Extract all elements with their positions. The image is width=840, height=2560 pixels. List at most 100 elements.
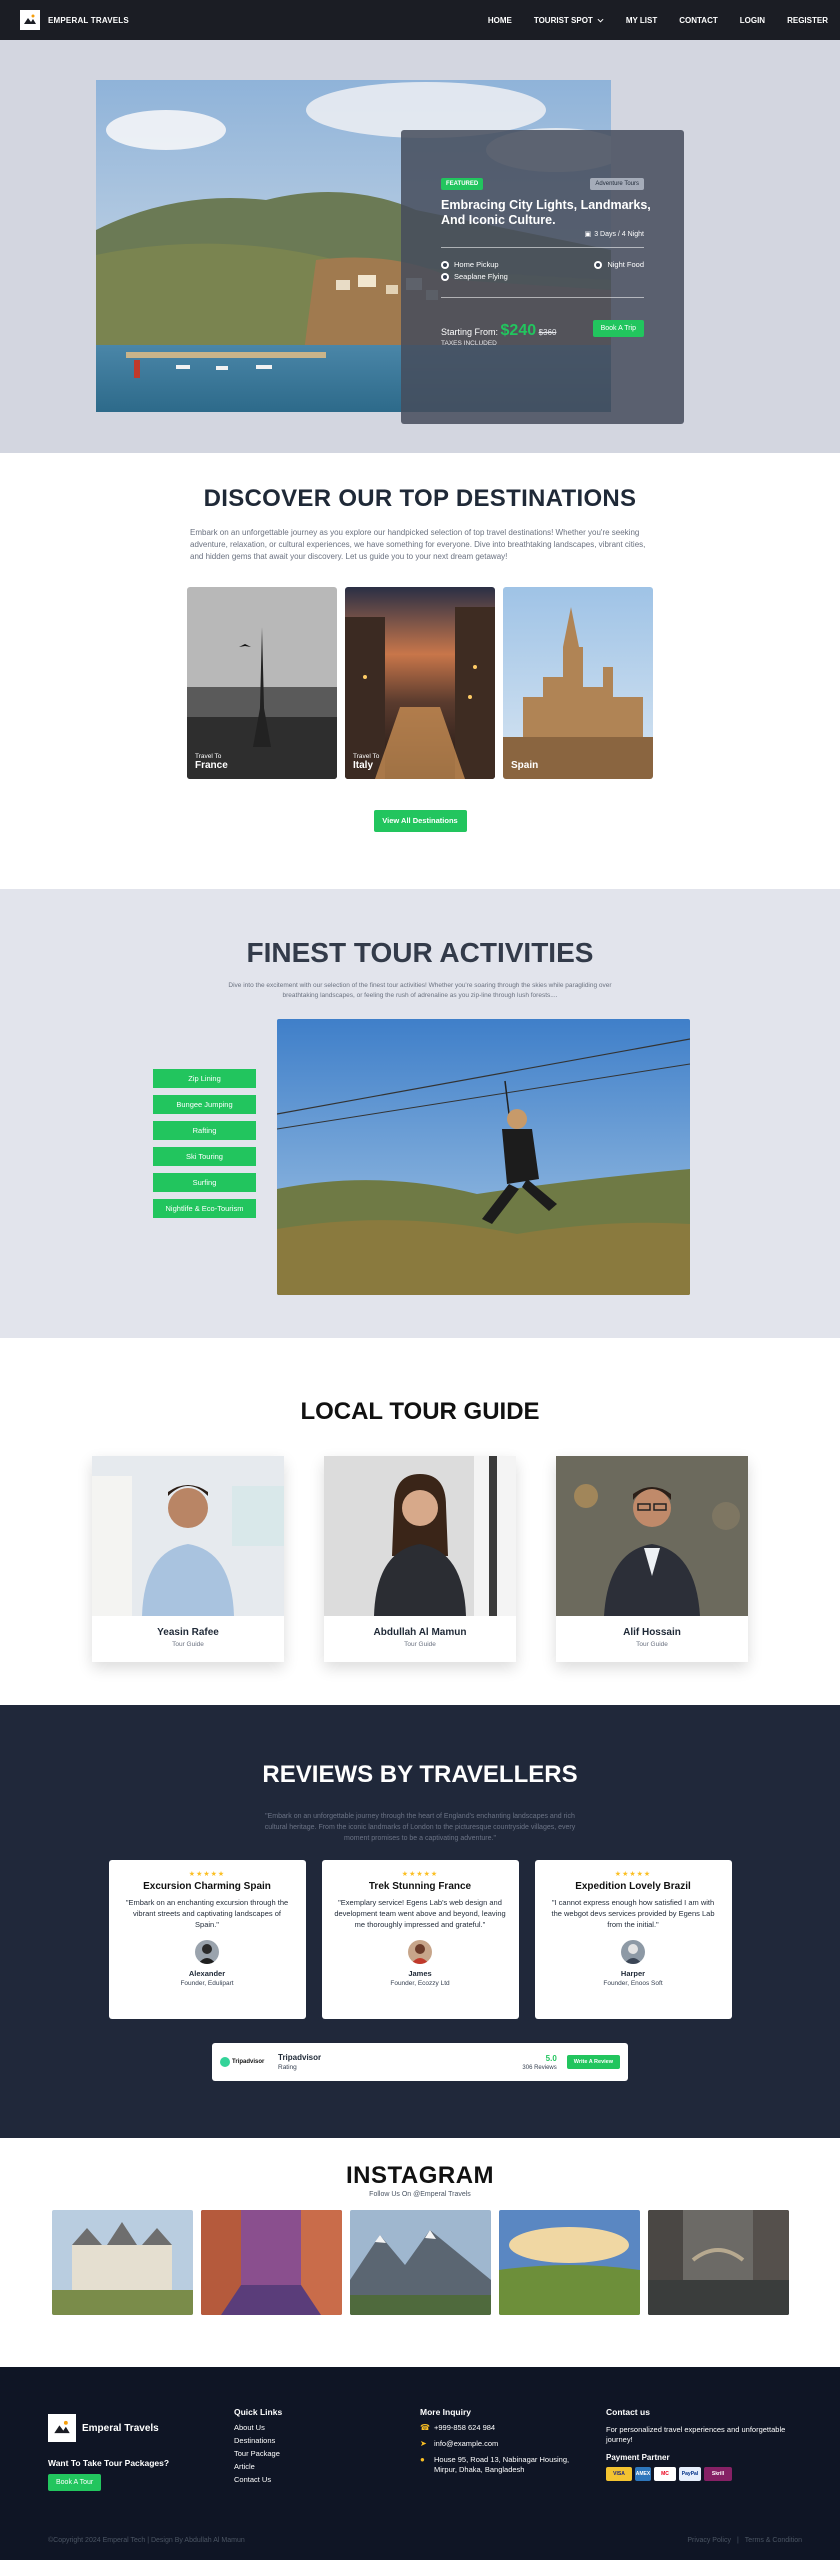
guide-card[interactable]: Abdullah Al Mamun Tour Guide xyxy=(324,1456,516,1662)
brand-logo-icon xyxy=(48,2414,76,2442)
top-nav: EMPERAL TRAVELS HOME TOURIST SPOT MY LIS… xyxy=(0,0,840,40)
review-title: Trek Stunning France xyxy=(368,1881,472,1892)
instagram-image[interactable] xyxy=(51,2210,193,2315)
book-trip-button[interactable]: Book A Trip xyxy=(592,320,644,337)
payment-title: Payment Partner xyxy=(606,2453,670,2462)
phone-icon: ☎ xyxy=(420,2423,430,2432)
privacy-policy-link[interactable]: Privacy Policy xyxy=(687,2537,731,2544)
reviewer-role: Founder, Edulipart xyxy=(180,1980,234,1987)
footer-cta-text: Want To Take Tour Packages? xyxy=(48,2458,170,2468)
skrill-icon: Skrill xyxy=(704,2467,732,2481)
instagram-gallery xyxy=(0,2210,840,2315)
featured-title: Embracing City Lights, Landmarks, And Ic… xyxy=(441,198,651,227)
brand-name: EMPERAL TRAVELS xyxy=(48,15,129,25)
feature-label: Home Pickup xyxy=(454,260,499,269)
guide-name: Alif Hossain xyxy=(623,1627,681,1638)
price-block: Starting From: $240 $360 TAXES INCLUDED xyxy=(441,322,556,347)
review-title: Expedition Lovely Brazil xyxy=(575,1881,691,1892)
footer-email[interactable]: ➤ info@example.com xyxy=(420,2439,606,2449)
paypal-icon: PayPal xyxy=(679,2467,701,2481)
mastercard-icon: MC xyxy=(654,2467,676,2481)
guide-card[interactable]: Yeasin Rafee Tour Guide xyxy=(92,1456,284,1662)
section-heading: DISCOVER OUR TOP DESTINATIONS xyxy=(203,485,637,512)
feature-label: Seaplane Flying xyxy=(454,272,508,281)
owl-icon xyxy=(220,2057,230,2067)
instagram-image[interactable] xyxy=(498,2210,640,2315)
destination-card-spain[interactable]: Spain xyxy=(503,587,653,779)
nav-my-list[interactable]: MY LIST xyxy=(626,16,657,25)
star-rating-icon: ★★★★★ xyxy=(188,1871,226,1878)
guide-name: Abdullah Al Mamun xyxy=(373,1627,467,1638)
destination-name: Italy xyxy=(353,760,374,771)
price-value: $240 xyxy=(500,322,537,339)
nav-login[interactable]: LOGIN xyxy=(740,16,765,25)
activity-bungee-jumping[interactable]: Bungee Jumping xyxy=(153,1095,256,1114)
avatar xyxy=(195,1940,219,1964)
footer-link-destinations[interactable]: Destinations xyxy=(234,2436,420,2445)
nav-home[interactable]: HOME xyxy=(488,16,512,25)
review-card: ★★★★★ Excursion Charming Spain "Embark o… xyxy=(108,1860,306,2019)
destination-card-france[interactable]: Travel To France xyxy=(187,587,337,779)
visa-icon: VISA xyxy=(606,2467,632,2481)
destination-name: Spain xyxy=(511,760,539,771)
activity-zip-lining[interactable]: Zip Lining xyxy=(153,1069,256,1088)
destinations-section: DISCOVER OUR TOP DESTINATIONS Embark on … xyxy=(0,453,840,889)
guide-role: Tour Guide xyxy=(636,1641,668,1648)
write-review-button[interactable]: Write A Review xyxy=(566,2055,620,2069)
activity-list: Zip Lining Bungee Jumping Rafting Ski To… xyxy=(153,1069,256,1218)
feature-label: Night Food xyxy=(607,260,644,269)
section-heading: LOCAL TOUR GUIDE xyxy=(300,1398,540,1425)
brand[interactable]: EMPERAL TRAVELS xyxy=(20,10,129,30)
guide-name: Yeasin Rafee xyxy=(157,1627,219,1638)
instagram-image[interactable] xyxy=(349,2210,491,2315)
destination-card-italy[interactable]: Travel To Italy xyxy=(345,587,495,779)
activity-ski-touring[interactable]: Ski Touring xyxy=(153,1147,256,1166)
footer-inquiry: More Inquiry ☎ +999-858 624 984 ➤ info@exa… xyxy=(420,2407,606,2491)
tripadvisor-count: 306 Reviews xyxy=(522,2064,557,2071)
activity-nightlife[interactable]: Nightlife & Eco-Tourism xyxy=(153,1199,256,1218)
footer-title: Quick Links xyxy=(234,2407,283,2417)
instagram-section: INSTAGRAM Follow Us On @Emperal Travels xyxy=(0,2138,840,2367)
view-all-destinations-button[interactable]: View All Destinations xyxy=(373,810,467,832)
contact-text: For personalized travel experiences and … xyxy=(606,2425,786,2444)
location-pin-icon: ● xyxy=(420,2455,425,2464)
tripadvisor-name: Tripadvisor xyxy=(278,2053,322,2062)
nav-tourist-spot[interactable]: TOURIST SPOT xyxy=(534,16,604,25)
nav-register[interactable]: REGISTER xyxy=(787,16,828,25)
star-rating-icon: ★★★★★ xyxy=(614,1871,652,1878)
destination-name: France xyxy=(195,760,228,771)
footer-link-contact[interactable]: Contact Us xyxy=(234,2475,420,2484)
instagram-image[interactable] xyxy=(200,2210,342,2315)
separator: | xyxy=(736,2537,739,2544)
terms-link[interactable]: Terms & Condition xyxy=(745,2537,802,2544)
footer-link-tour-package[interactable]: Tour Package xyxy=(234,2449,420,2458)
book-tour-button[interactable]: Book A Tour xyxy=(48,2474,102,2491)
footer-link-about[interactable]: About Us xyxy=(234,2423,420,2432)
review-card: ★★★★★ Expedition Lovely Brazil "I cannot… xyxy=(534,1860,732,2019)
footer-brand-name: Emperal Travels xyxy=(82,2422,159,2434)
radio-icon xyxy=(441,260,449,269)
section-heading: INSTAGRAM xyxy=(345,2162,495,2189)
tripadvisor-score: 5.0 xyxy=(545,2053,557,2063)
activity-surfing[interactable]: Surfing xyxy=(153,1173,256,1192)
instagram-image[interactable] xyxy=(647,2210,789,2315)
radio-icon xyxy=(441,272,449,281)
destination-cards: Travel To France Travel To Italy Spain xyxy=(0,587,840,779)
nav-contact[interactable]: CONTACT xyxy=(679,16,718,25)
reviewer-role: Founder, Ecozzy Ltd xyxy=(390,1980,450,1987)
footer-address: ● House 95, Road 13, Nabinagar Housing, M… xyxy=(420,2455,606,2475)
send-icon: ➤ xyxy=(420,2439,427,2448)
footer-title: More Inquiry xyxy=(420,2407,472,2417)
featured-badge: FEATURED xyxy=(441,178,484,190)
guide-cards: Yeasin Rafee Tour Guide Abdullah Al Mamu… xyxy=(0,1456,840,1662)
reviewer-name: James xyxy=(408,1969,432,1978)
footer-phone[interactable]: ☎ +999-858 624 984 xyxy=(420,2423,606,2433)
feature-item: Home Pickup xyxy=(441,260,594,269)
amex-icon: AMEX xyxy=(635,2467,651,2481)
copyright: ©Copyright 2024 Emperal Tech | Design By… xyxy=(48,2537,245,2544)
avatar xyxy=(621,1940,645,1964)
activity-rafting[interactable]: Rafting xyxy=(153,1121,256,1140)
footer-link-article[interactable]: Article xyxy=(234,2462,420,2471)
footer-contact: Contact us For personalized travel exper… xyxy=(606,2407,792,2491)
guide-card[interactable]: Alif Hossain Tour Guide xyxy=(556,1456,748,1662)
